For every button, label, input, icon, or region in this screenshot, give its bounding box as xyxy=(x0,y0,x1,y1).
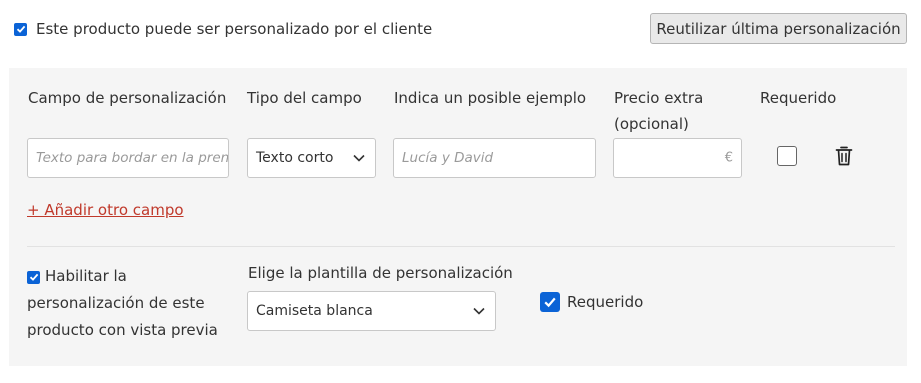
check-icon xyxy=(16,25,25,33)
example-input[interactable]: Lucía y David xyxy=(393,138,596,178)
enable-preview-checkbox[interactable] xyxy=(27,270,40,284)
preview-required-label: Requerido xyxy=(567,293,644,311)
customizable-checkbox[interactable] xyxy=(14,22,27,36)
preview-required-checkbox[interactable] xyxy=(540,292,560,312)
customizable-label: Este producto puede ser personalizado po… xyxy=(36,20,433,38)
field-required-checkbox[interactable] xyxy=(777,146,797,166)
customizable-option[interactable]: Este producto puede ser personalizado po… xyxy=(14,20,432,38)
header-price-label: Precio extra xyxy=(614,89,704,107)
extra-price-input[interactable]: € xyxy=(613,138,742,178)
field-type-select[interactable]: Texto corto xyxy=(247,138,376,178)
chevron-down-icon xyxy=(353,154,365,162)
enable-preview-option[interactable]: Habilitar la personalización de este pro… xyxy=(27,263,227,344)
reuse-last-customization-button[interactable]: Reutilizar última personalización xyxy=(650,13,907,44)
template-select[interactable]: Camiseta blanca xyxy=(247,291,496,331)
header-required: Requerido xyxy=(760,89,837,107)
field-name-placeholder: Texto para bordar en la prenda xyxy=(36,150,229,166)
currency-symbol: € xyxy=(724,150,733,166)
header-example: Indica un posible ejemplo xyxy=(394,89,587,107)
header-field: Campo de personalización xyxy=(28,89,227,107)
trash-icon[interactable] xyxy=(834,145,854,167)
field-name-input[interactable]: Texto para bordar en la prenda xyxy=(27,138,229,178)
example-placeholder: Lucía y David xyxy=(402,150,494,166)
header-type: Tipo del campo xyxy=(247,89,362,107)
enable-preview-label: Habilitar la personalización de este pro… xyxy=(27,267,218,339)
check-icon xyxy=(544,297,556,308)
header-price: Precio extra (opcional) xyxy=(614,85,703,137)
chevron-down-icon xyxy=(473,307,485,315)
header-price-note: (opcional) xyxy=(614,115,689,133)
template-value: Camiseta blanca xyxy=(256,303,373,319)
check-icon xyxy=(29,273,38,281)
template-label: Elige la plantilla de personalización xyxy=(248,264,513,282)
preview-required-option[interactable]: Requerido xyxy=(540,292,643,312)
field-type-value: Texto corto xyxy=(256,150,334,166)
section-divider xyxy=(27,246,895,247)
add-field-link[interactable]: + Añadir otro campo xyxy=(27,201,184,219)
